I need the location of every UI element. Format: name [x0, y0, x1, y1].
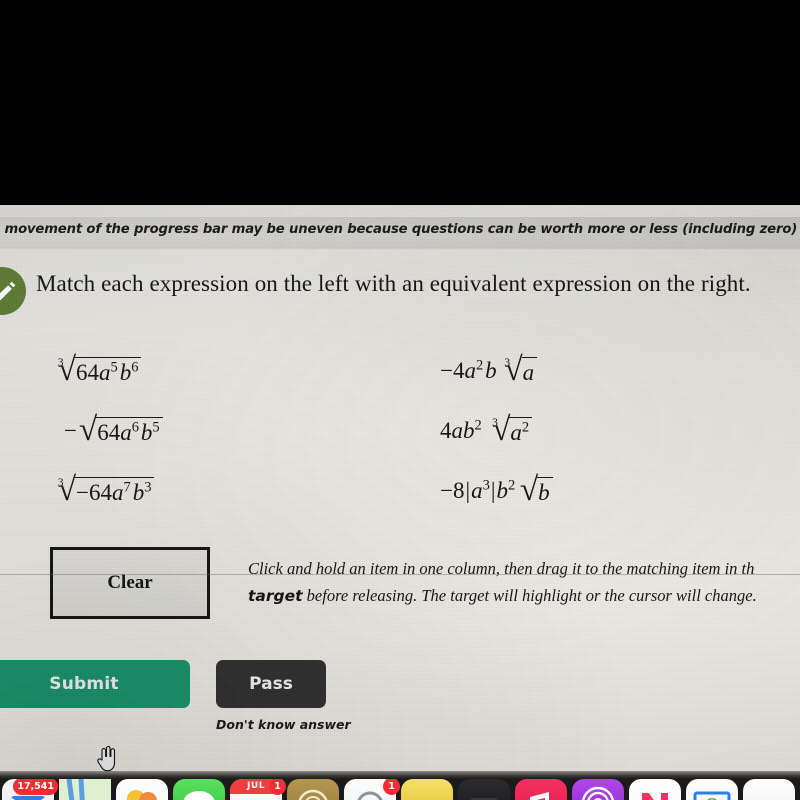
mail-app-icon[interactable]: 17,541: [2, 779, 58, 800]
pointing-hand-cursor: [94, 745, 118, 773]
match-right-column: −4a2 b 3 √ a 4ab2 3 √ a2 −8|a3|b2 √ b: [440, 341, 553, 521]
match-item-right-1[interactable]: −4a2 b 3 √ a: [440, 341, 553, 401]
calendar-app-icon[interactable]: 1JUL1: [230, 779, 286, 800]
match-item-left-1[interactable]: 3 √ 64a5 b6: [52, 341, 163, 401]
match-item-left-3[interactable]: 3 √ −64a7 b3: [52, 461, 163, 521]
quiz-page: he movement of the progress bar may be u…: [0, 205, 800, 780]
bezel-top-left: [0, 0, 268, 223]
messages-app-icon[interactable]: [173, 779, 225, 800]
bezel-top-right: [268, 0, 800, 209]
photos-app-icon[interactable]: [116, 779, 168, 800]
question-card: Match each expression on the left with a…: [0, 249, 800, 619]
numbers-app-icon[interactable]: [743, 779, 795, 800]
match-left-column: 3 √ 64a5 b6 − √ 64a6 b5 3 √ −64a7 b3: [52, 341, 163, 521]
settings-app-icon[interactable]: 1: [344, 779, 400, 800]
screen-photo: he movement of the progress bar may be u…: [0, 0, 800, 800]
section-divider: [0, 574, 800, 575]
news-app-icon[interactable]: [629, 779, 681, 800]
camera-app-icon[interactable]: [458, 779, 510, 800]
clock-app-icon[interactable]: [287, 779, 339, 800]
keynote-app-icon[interactable]: [686, 779, 738, 800]
drag-instructions-line2-rest: before releasing. The target will highli…: [302, 586, 757, 605]
notification-badge: 1: [269, 779, 286, 795]
match-item-right-3[interactable]: −8|a3|b2 √ b: [440, 461, 553, 521]
notification-badge: 17,541: [13, 779, 58, 795]
clear-button[interactable]: Clear: [50, 547, 210, 619]
page-title: Match each expression on the left with a…: [36, 271, 751, 296]
match-item-left-2[interactable]: − √ 64a6 b5: [52, 401, 163, 461]
progress-notice-strip: he movement of the progress bar may be u…: [0, 217, 800, 249]
pass-button[interactable]: Pass: [216, 660, 326, 708]
podcasts-app-icon[interactable]: [572, 779, 624, 800]
music-app-icon[interactable]: [515, 779, 567, 800]
notification-badge: 1: [383, 779, 400, 795]
submit-button[interactable]: Submit: [0, 660, 190, 708]
drag-instructions-line1: Click and hold an item in one column, th…: [248, 559, 755, 578]
pass-sublabel: Don't know answer: [216, 717, 351, 732]
ios-dock[interactable]: 17,5411JUL11: [0, 779, 800, 800]
pencil-icon: [0, 267, 26, 315]
progress-notice-text: he movement of the progress bar may be u…: [0, 222, 800, 237]
drag-instructions-emphasis: target: [248, 587, 303, 605]
drag-instructions: Click and hold an item in one column, th…: [248, 555, 800, 610]
notes-app-icon[interactable]: [401, 779, 453, 800]
maps-app-icon[interactable]: [59, 779, 111, 800]
match-item-right-2[interactable]: 4ab2 3 √ a2: [440, 401, 553, 461]
device-bottom-edge: [0, 771, 800, 779]
drag-instructions-line2: target before releasing. The target will…: [248, 582, 800, 610]
